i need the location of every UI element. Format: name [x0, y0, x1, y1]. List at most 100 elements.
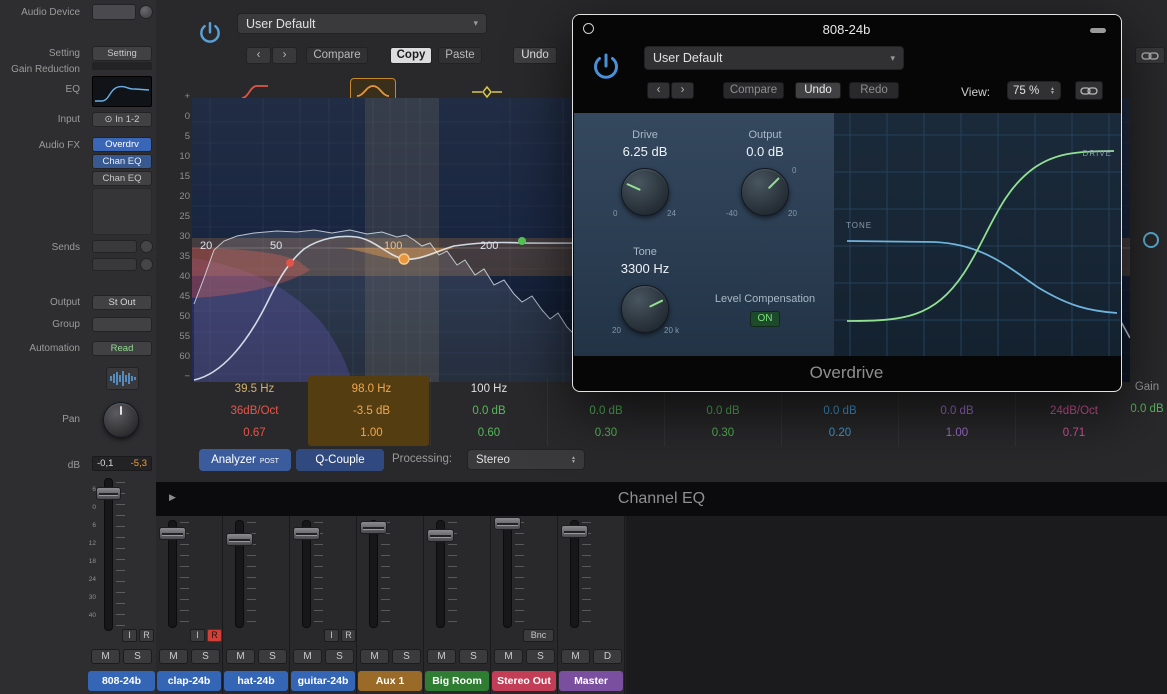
channel-name-tab[interactable]: guitar-24b	[291, 671, 355, 691]
paste-button[interactable]: Paste	[438, 47, 482, 64]
view-zoom-dropdown[interactable]: 75 % ▲ ▼	[1007, 81, 1061, 100]
channel-name-tab[interactable]: 808-24b	[88, 671, 155, 691]
drive-value[interactable]: 6.25 dB	[575, 144, 715, 159]
link-icon[interactable]	[1135, 47, 1165, 64]
mute-button[interactable]: M	[494, 649, 523, 664]
mute-button[interactable]: M	[427, 649, 456, 664]
channel-name-tab[interactable]: Stereo Out	[492, 671, 556, 691]
drive-knob[interactable]	[621, 168, 669, 216]
mute-button[interactable]: M	[226, 649, 255, 664]
output-value[interactable]: 0.0 dB	[695, 144, 835, 159]
solo-button[interactable]: S	[392, 649, 421, 664]
audio-fx-slot-chaneq-2[interactable]: Chan EQ	[92, 171, 152, 186]
fader-handle[interactable]	[494, 517, 521, 530]
mute-button[interactable]: M	[360, 649, 389, 664]
setting-button[interactable]: Setting	[92, 46, 152, 61]
eq-band-handle-1[interactable]	[286, 259, 294, 267]
pan-knob[interactable]	[103, 402, 139, 438]
redo-button[interactable]: Redo	[849, 82, 899, 99]
analyzer-button[interactable]: Analyzer POST	[199, 449, 291, 471]
fader-track[interactable]	[503, 520, 512, 628]
processing-dropdown[interactable]: Stereo ▲ ▼	[467, 449, 585, 470]
channel-name-tab[interactable]: clap-24b	[157, 671, 221, 691]
overdrive-titlebar[interactable]: 808-24b	[573, 15, 1120, 45]
band-column-1[interactable]: 39.5 Hz 36dB/Oct 0.67	[196, 378, 313, 446]
record-button[interactable]: R	[139, 629, 154, 642]
solo-button[interactable]: S	[258, 649, 287, 664]
record-button[interactable]: R	[341, 629, 356, 642]
send-knob-2[interactable]	[140, 258, 153, 271]
solo-button[interactable]: S	[459, 649, 488, 664]
master-gain-knob[interactable]	[1143, 232, 1159, 248]
level-compensation-toggle[interactable]: ON	[750, 311, 780, 327]
mute-button[interactable]: M	[91, 649, 120, 664]
solo-button[interactable]: S	[123, 649, 152, 664]
audio-device-box[interactable]	[92, 4, 136, 20]
channel-name-tab[interactable]: hat-24b	[224, 671, 288, 691]
preset-dropdown[interactable]: User Default ▾	[644, 46, 904, 70]
mute-button[interactable]: M	[159, 649, 188, 664]
send-knob-1[interactable]	[140, 240, 153, 253]
fader-track[interactable]	[369, 520, 378, 628]
tone-knob[interactable]	[621, 285, 669, 333]
solo-button[interactable]: S	[191, 649, 220, 664]
master-gain-value[interactable]: 0.0 dB	[1125, 403, 1167, 415]
mute-button[interactable]: M	[293, 649, 322, 664]
fader-handle[interactable]	[293, 527, 320, 540]
eq-thumbnail[interactable]	[92, 76, 152, 107]
solo-button[interactable]: S	[325, 649, 354, 664]
disclosure-icon[interactable]: ▶	[169, 492, 176, 503]
undo-button[interactable]: Undo	[795, 82, 841, 99]
master-d-button[interactable]: D	[593, 649, 622, 664]
send-slot-2[interactable]	[92, 258, 137, 271]
channel-eq-footer-bar[interactable]: ▶ Channel EQ	[156, 482, 1167, 516]
band-column-3[interactable]: 100 Hz 0.0 dB 0.60	[430, 378, 547, 446]
automation-mode-button[interactable]: Read	[92, 341, 152, 356]
record-button[interactable]: R	[207, 629, 222, 642]
send-slot-1[interactable]	[92, 240, 137, 253]
input-monitor-button[interactable]: I	[324, 629, 339, 642]
preset-forward-button[interactable]: ›	[272, 47, 297, 64]
eq-band-handle-2[interactable]	[398, 253, 410, 265]
fader-track[interactable]	[104, 478, 113, 631]
power-icon[interactable]	[589, 51, 623, 90]
compare-button[interactable]: Compare	[306, 47, 368, 64]
fader-handle[interactable]	[159, 527, 186, 540]
output-button[interactable]: St Out	[92, 295, 152, 310]
mute-button[interactable]: M	[561, 649, 590, 664]
input-monitor-button[interactable]: I	[190, 629, 205, 642]
channel-name-tab[interactable]: Master	[559, 671, 623, 691]
audio-fx-slot-chaneq-1[interactable]: Chan EQ	[92, 154, 152, 169]
audio-device-knob[interactable]	[139, 5, 153, 19]
fader-handle[interactable]	[561, 525, 588, 538]
output-knob[interactable]	[741, 168, 789, 216]
preset-back-button[interactable]: ‹	[647, 82, 670, 99]
q-couple-button[interactable]: Q-Couple	[296, 449, 384, 471]
preset-dropdown[interactable]: User Default ▾	[237, 13, 487, 34]
group-button[interactable]	[92, 317, 152, 332]
copy-button[interactable]: Copy	[390, 47, 432, 64]
fader-handle[interactable]	[427, 529, 454, 542]
channel-name-tab[interactable]: Big Room	[425, 671, 489, 691]
input-monitor-button[interactable]: I	[122, 629, 137, 642]
close-icon[interactable]	[583, 23, 594, 34]
bounce-button[interactable]: Bnc	[523, 629, 554, 642]
preset-back-button[interactable]: ‹	[246, 47, 271, 64]
link-icon[interactable]	[1075, 81, 1103, 100]
solo-button[interactable]: S	[526, 649, 555, 664]
minimize-icon[interactable]	[1090, 28, 1106, 33]
fader-handle[interactable]	[226, 533, 253, 546]
band-column-2[interactable]: 98.0 Hz -3.5 dB 1.00	[313, 378, 430, 446]
audio-fx-slot-overdrive[interactable]: Overdrv	[92, 137, 152, 152]
fader-handle[interactable]	[360, 521, 387, 534]
eq-band-handle-4[interactable]	[518, 237, 526, 245]
preset-forward-button[interactable]: ›	[671, 82, 694, 99]
input-button[interactable]: ⊙ In 1-2	[92, 112, 152, 127]
audio-fx-empty-area[interactable]	[92, 188, 152, 235]
power-icon[interactable]	[196, 20, 224, 53]
compare-button[interactable]: Compare	[723, 82, 784, 99]
tone-value[interactable]: 3300 Hz	[575, 261, 715, 276]
undo-button[interactable]: Undo	[513, 47, 557, 64]
level-display[interactable]: -0,1 -5,3	[92, 456, 152, 471]
fader-handle[interactable]	[96, 487, 121, 500]
